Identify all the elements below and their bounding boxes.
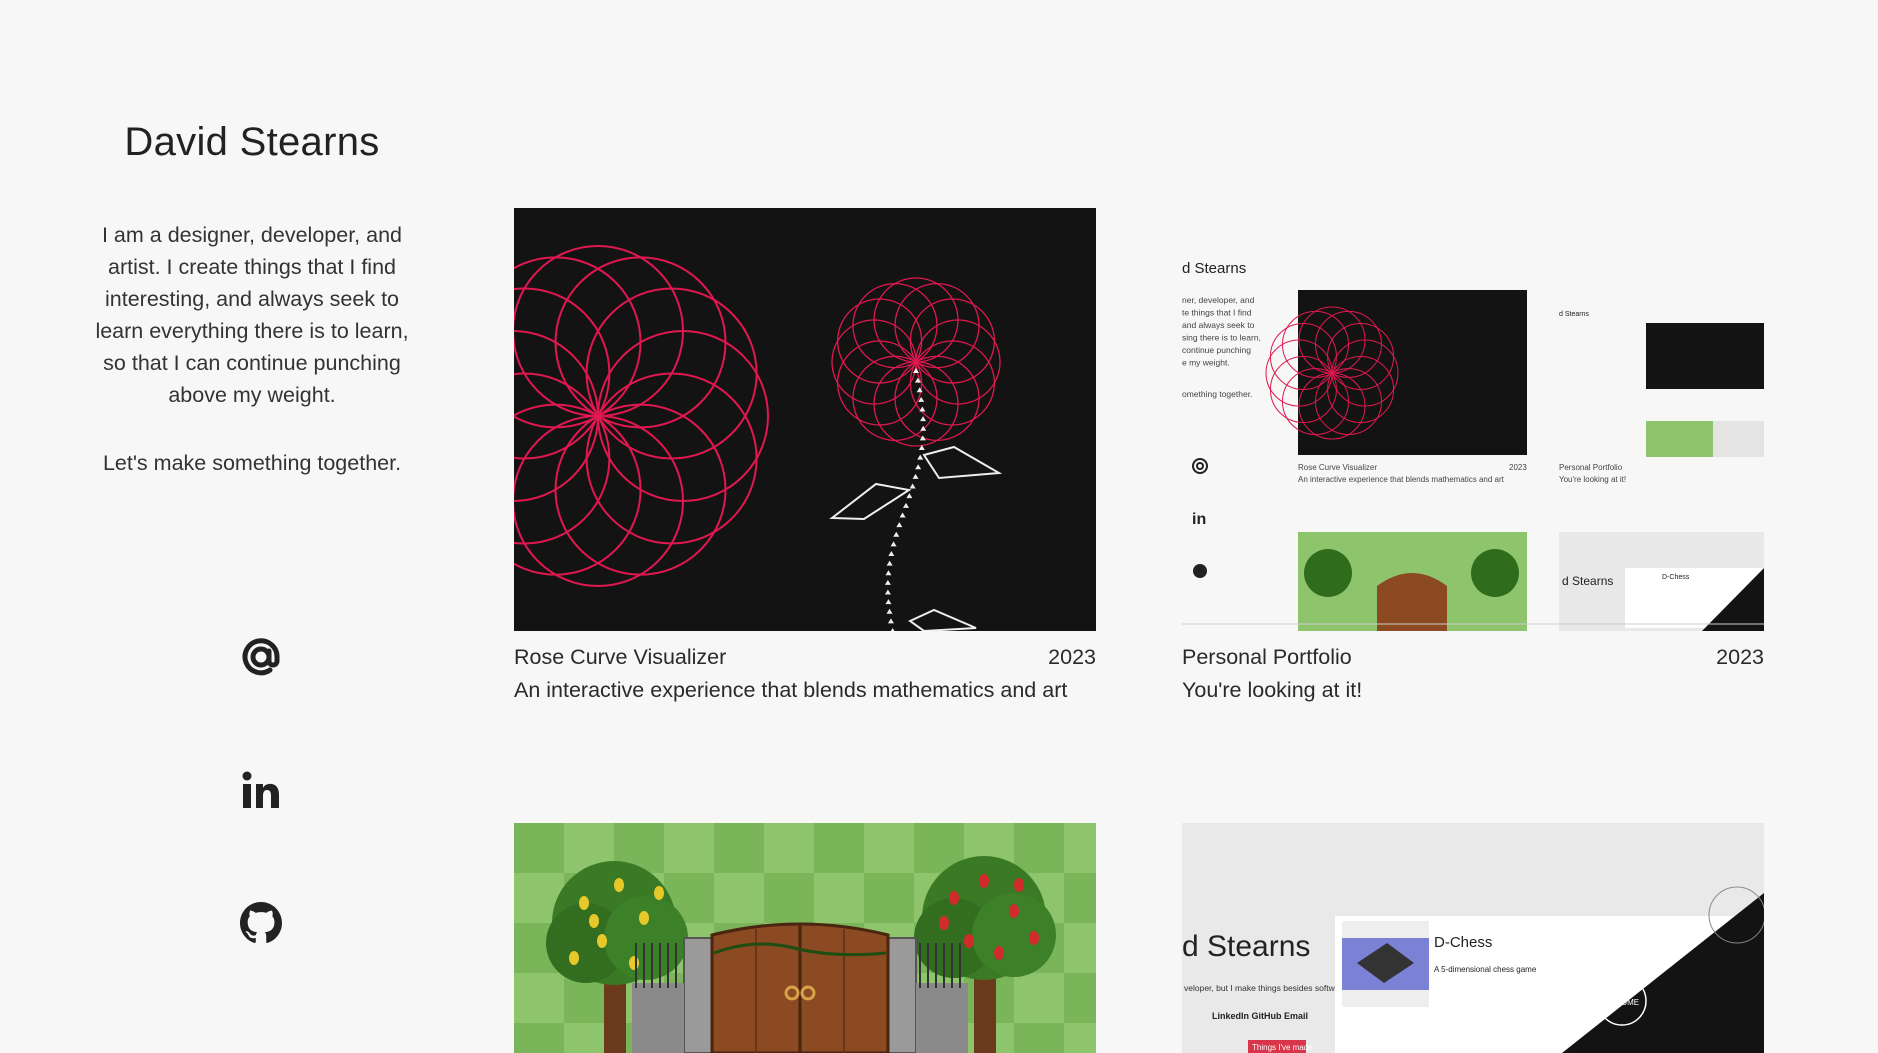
linkedin-link[interactable] <box>236 765 286 815</box>
profile-name: David Stearns <box>124 120 380 164</box>
project-thumbnail[interactable] <box>514 208 1096 631</box>
preview-nested-name: d Stearns <box>1559 311 1589 318</box>
project-title: Rose Curve Visualizer <box>514 645 727 669</box>
portfolio-v2-artwork: d Stearns veloper, but I make things bes… <box>1182 823 1764 1053</box>
project-thumbnail[interactable] <box>514 823 1096 1053</box>
profile-cta: Let's make something together. <box>102 451 402 475</box>
preview-bio-line: ner, developer, and <box>1182 295 1255 305</box>
v2-links: LinkedIn GitHub Email <box>1212 1011 1308 1021</box>
project-card-garden[interactable] <box>514 823 1096 1053</box>
project-thumbnail[interactable]: d Stearns veloper, but I make things bes… <box>1182 823 1764 1053</box>
preview-cta: omething together. <box>1182 389 1252 399</box>
at-icon <box>239 635 283 679</box>
v2-dchess-title: D-Chess <box>1434 934 1492 951</box>
preview-card1-desc: An interactive experience that blends ma… <box>1298 475 1505 484</box>
preview-bio-line: te things that I find <box>1182 308 1252 318</box>
preview-card2-title: Personal Portfolio <box>1559 463 1623 472</box>
profile-sidebar: David Stearns I am a designer, developer… <box>72 120 432 476</box>
project-year: 2023 <box>1716 645 1764 669</box>
preview-github-icon <box>1193 564 1207 578</box>
preview-card1-title: Rose Curve Visualizer <box>1298 463 1377 472</box>
v2-bottom-name: Stearns <box>1487 1030 1539 1047</box>
rose-curve-artwork <box>514 208 1096 631</box>
project-description: You're looking at it! <box>1182 678 1363 702</box>
project-title: Personal Portfolio <box>1182 645 1352 669</box>
preview-bio-line: and always seek to <box>1182 320 1255 330</box>
preview-name: d Stearns <box>1182 260 1246 277</box>
v2-resume: RESUME <box>1605 998 1639 1007</box>
preview-dchess-title: D-Chess <box>1662 574 1690 581</box>
project-card-portfolio-v2[interactable]: d Stearns veloper, but I make things bes… <box>1182 823 1764 1053</box>
garden-gate-artwork <box>514 823 1096 1053</box>
project-card-personal-portfolio[interactable]: d Stearns ner, developer, and te things t… <box>1182 208 1764 703</box>
preview-small-name: d Stearns <box>1562 574 1613 588</box>
preview-card2-desc: You're looking at it! <box>1559 475 1626 484</box>
portfolio-preview-artwork: d Stearns ner, developer, and te things t… <box>1182 260 1764 631</box>
preview-at-icon <box>1192 458 1208 474</box>
v2-things-button: Things I've made <box>1252 1043 1313 1052</box>
profile-bio: I am a designer, developer, and artist. … <box>95 223 409 407</box>
project-thumbnail[interactable]: d Stearns ner, developer, and te things t… <box>1182 208 1764 631</box>
v2-name: d Stearns <box>1182 930 1310 963</box>
project-year: 2023 <box>1048 645 1096 669</box>
github-link[interactable] <box>236 898 286 948</box>
project-card-rose-curve[interactable]: Rose Curve Visualizer 2023 An interactiv… <box>514 208 1096 703</box>
v2-dchess-desc: A 5-dimensional chess game <box>1434 965 1537 974</box>
github-icon <box>240 902 282 944</box>
preview-bio-line: continue punching <box>1182 345 1251 355</box>
preview-bio-line: sing there is to learn, <box>1182 333 1261 343</box>
linkedin-icon <box>241 770 281 810</box>
email-link[interactable] <box>236 632 286 682</box>
preview-linkedin-icon: in <box>1192 511 1206 528</box>
preview-bio-line: e my weight. <box>1182 358 1230 368</box>
preview-card1-year: 2023 <box>1509 463 1527 472</box>
project-description: An interactive experience that blends ma… <box>514 678 1068 702</box>
